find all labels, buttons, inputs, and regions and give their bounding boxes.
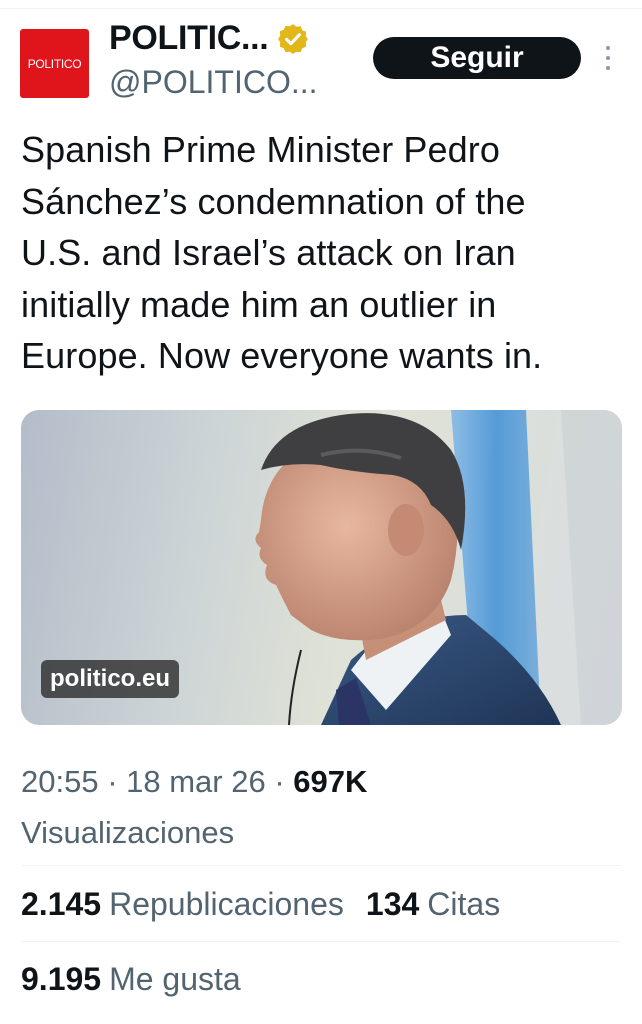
reposts-stat[interactable]: 2.145 Republicaciones <box>21 886 344 923</box>
tweet-meta: 20:55 · 18 mar 26 · 697K Visualizaciones <box>21 756 621 858</box>
stats-row: 2.145 Republicaciones 134 Citas <box>21 886 522 923</box>
reposts-label: Republicaciones <box>109 886 344 922</box>
likes-count: 9.195 <box>21 961 102 997</box>
tweet-time[interactable]: 20:55 <box>21 764 99 799</box>
quotes-stat[interactable]: 134 Citas <box>366 886 500 923</box>
tweet-text-line: Spanish Prime Minister Pedro <box>21 129 500 170</box>
more-options-icon[interactable] <box>598 42 618 74</box>
account-name-row[interactable]: POLITIC... <box>109 19 310 58</box>
likes-row: 9.195 Me gusta <box>21 961 263 998</box>
reposts-count: 2.145 <box>21 886 102 922</box>
account-name[interactable]: POLITIC... <box>109 19 269 58</box>
account-handle[interactable]: @POLITICO... <box>109 64 318 101</box>
tweet-date[interactable]: 18 mar 26 <box>126 764 266 799</box>
likes-label: Me gusta <box>109 961 241 997</box>
top-divider <box>0 8 642 9</box>
quotes-count: 134 <box>365 886 420 922</box>
link-domain-badge: politico.eu <box>41 660 179 698</box>
tweet-text-line: Sánchez’s condemnation of the <box>21 180 526 222</box>
divider <box>21 865 621 866</box>
separator-dot: · <box>274 764 294 799</box>
divider <box>21 941 621 942</box>
tweet-text-line: U.S. and Israel’s attack on Iran <box>21 232 516 273</box>
tweet-text-line: Europe. Now everyone wants in. <box>21 335 543 376</box>
avatar[interactable]: POLITICO <box>20 29 89 98</box>
tweet-text-line: initially made him an outlier in <box>21 283 497 325</box>
avatar-logo-text: POLITICO <box>27 56 82 71</box>
likes-stat[interactable]: 9.195 Me gusta <box>21 961 241 998</box>
views-label: Visualizaciones <box>21 815 235 850</box>
link-card-image[interactable]: politico.eu <box>21 410 622 725</box>
quotes-label: Citas <box>427 886 501 922</box>
tweet-text: Spanish Prime Minister Pedro Sánchez’s c… <box>21 124 621 382</box>
verified-badge-icon <box>278 23 309 54</box>
views-count: 697K <box>293 764 368 799</box>
separator-dot: · <box>107 764 127 799</box>
follow-button[interactable]: Seguir <box>373 37 581 79</box>
